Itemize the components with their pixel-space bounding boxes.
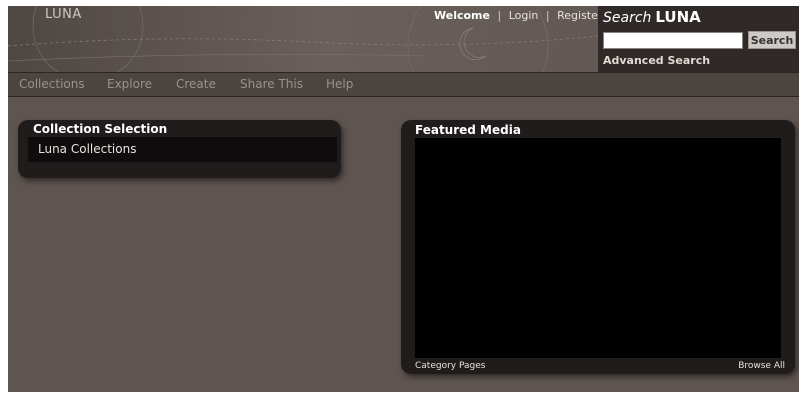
collection-item-label: Luna Collections (38, 142, 137, 156)
nav-create[interactable]: Create (176, 77, 216, 91)
nav-share-this[interactable]: Share This (240, 77, 303, 91)
main-nav: Collections Explore Create Share This He… (8, 73, 799, 97)
search-heading: Search LUNA (603, 8, 701, 26)
site-header: LUNA Welcome | Login | Register Search LU… (8, 6, 799, 73)
collection-selection-title: Collection Selection (33, 122, 168, 136)
login-link[interactable]: Login (509, 9, 539, 22)
nav-explore[interactable]: Explore (107, 77, 152, 91)
welcome-text: Welcome (434, 9, 490, 22)
advanced-search-link[interactable]: Advanced Search (603, 54, 710, 67)
collection-item[interactable]: Luna Collections (28, 137, 337, 162)
nav-collections[interactable]: Collections (19, 77, 85, 91)
search-input[interactable] (603, 32, 743, 49)
search-heading-prefix: Search (603, 10, 652, 26)
category-pages-link[interactable]: Category Pages (415, 361, 485, 371)
nav-help[interactable]: Help (326, 77, 353, 91)
featured-media-panel: Featured Media Category Pages Browse All (401, 120, 795, 374)
search-button[interactable]: Search (748, 31, 796, 49)
app-frame: LUNA Welcome | Login | Register Search LU… (8, 6, 799, 392)
featured-media-title: Featured Media (415, 123, 521, 137)
site-logo[interactable]: LUNA (45, 7, 82, 22)
search-panel: Search LUNA Search Advanced Search (598, 6, 799, 72)
collection-selection-panel: Collection Selection Luna Collections (18, 120, 341, 178)
register-link[interactable]: Register (557, 9, 602, 22)
link-separator: | (497, 9, 502, 22)
account-links: Welcome | Login | Register (434, 9, 602, 22)
search-heading-brand: LUNA (655, 8, 701, 26)
featured-media-viewer[interactable] (415, 138, 781, 358)
browse-all-link[interactable]: Browse All (738, 361, 785, 371)
link-separator: | (545, 9, 550, 22)
